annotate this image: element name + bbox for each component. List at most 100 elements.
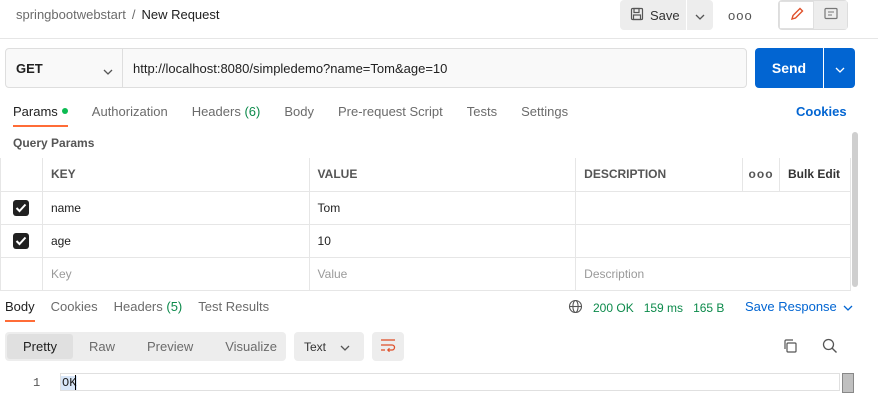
tab-body[interactable]: Body: [284, 104, 314, 126]
tab-response-cookies[interactable]: Cookies: [51, 299, 98, 321]
new-description-placeholder[interactable]: Description: [575, 256, 851, 291]
tab-params[interactable]: Params: [13, 104, 68, 127]
header-value: VALUE: [308, 158, 577, 192]
row-checkbox[interactable]: [13, 232, 30, 249]
save-button[interactable]: Save: [620, 0, 686, 30]
param-value[interactable]: Tom: [308, 190, 577, 225]
response-body-editor[interactable]: 1 OK: [0, 372, 878, 405]
tab-label: Pre-request Script: [337, 104, 443, 119]
method-select[interactable]: GET: [6, 49, 123, 87]
view-visualize[interactable]: Visualize: [209, 334, 293, 359]
query-params-title: Query Params: [13, 136, 95, 150]
breadcrumb-parent[interactable]: springbootwebstart: [16, 7, 126, 22]
param-key[interactable]: name: [41, 190, 310, 225]
method-label: GET: [16, 60, 43, 76]
line-number: 1: [33, 376, 41, 390]
format-select[interactable]: Text: [294, 332, 364, 361]
table-row: age 10: [0, 223, 851, 258]
param-key[interactable]: age: [41, 223, 310, 258]
new-key-placeholder[interactable]: Key: [41, 256, 310, 291]
params-active-dot: [61, 108, 68, 114]
column-options-button[interactable]: ooo: [742, 158, 781, 192]
save-label: Save: [650, 7, 680, 23]
pencil-icon: [789, 6, 805, 25]
tab-count: (6): [244, 104, 261, 119]
table-row: name Tom: [0, 190, 851, 225]
top-divider: [0, 38, 878, 39]
tab-label: Params: [13, 104, 58, 119]
cookies-link[interactable]: Cookies: [796, 104, 847, 119]
tab-label: Authorization: [91, 104, 168, 119]
wrap-icon: [380, 338, 396, 355]
tab-label: Body: [5, 299, 35, 314]
format-label: Text: [304, 339, 327, 354]
tab-label: Tests: [466, 104, 498, 119]
response-view-tabs: Pretty Raw Preview Visualize: [5, 332, 286, 361]
breadcrumb-current[interactable]: New Request: [141, 7, 219, 22]
tab-headers[interactable]: Headers (6): [192, 104, 261, 126]
table-row-new: Key Value Description: [0, 256, 851, 291]
tab-test-results[interactable]: Test Results: [198, 299, 269, 321]
save-response-label: Save Response: [745, 299, 837, 314]
side-panel-toggle: [778, 0, 848, 30]
response-time[interactable]: 159 ms: [644, 301, 683, 315]
header-description: DESCRIPTION: [575, 158, 744, 192]
param-value[interactable]: 10: [308, 223, 577, 258]
save-dropdown-button[interactable]: [687, 0, 713, 30]
param-description[interactable]: [575, 223, 851, 258]
params-table: KEY VALUE DESCRIPTION ooo Bulk Edit name…: [0, 158, 851, 291]
check-icon: [16, 203, 27, 212]
header-checkbox-cell: [0, 158, 43, 192]
wrap-lines-button[interactable]: [372, 332, 404, 361]
status-code[interactable]: 200 OK: [593, 301, 634, 315]
chevron-down-icon: [340, 340, 350, 354]
view-raw[interactable]: Raw: [73, 334, 131, 359]
url-input[interactable]: [123, 49, 746, 87]
request-url-bar: GET: [5, 48, 747, 88]
edit-toggle[interactable]: [779, 1, 814, 29]
check-icon: [16, 236, 27, 245]
tab-label: Test Results: [198, 299, 270, 314]
response-meta: 200 OK 159 ms 165 B: [568, 299, 724, 317]
globe-icon[interactable]: [568, 299, 583, 317]
new-value-placeholder[interactable]: Value: [308, 256, 577, 291]
save-icon: [630, 7, 644, 24]
tab-label: Body: [284, 104, 314, 119]
row-checkbox-cell: [0, 190, 43, 225]
tab-label: Headers: [113, 299, 163, 314]
tab-response-headers[interactable]: Headers (5): [114, 299, 183, 321]
response-size[interactable]: 165 B: [693, 301, 724, 315]
comments-toggle[interactable]: [814, 1, 847, 29]
send-dropdown-button[interactable]: [824, 48, 855, 88]
tab-label: Settings: [521, 104, 569, 119]
tab-label: Headers: [191, 104, 241, 119]
top-bar: springbootwebstart / New Request Save ooo: [0, 0, 878, 32]
tab-count: (5): [166, 299, 183, 314]
text-cursor: [75, 375, 76, 390]
view-pretty[interactable]: Pretty: [7, 334, 73, 359]
search-icon[interactable]: [822, 338, 838, 357]
request-tabs: Params Authorization Headers (6) Body Pr…: [13, 104, 568, 127]
header-key: KEY: [41, 158, 310, 192]
chevron-down-icon: [835, 61, 845, 76]
row-checkbox[interactable]: [13, 199, 30, 216]
tab-response-body[interactable]: Body: [5, 299, 35, 322]
row-checkbox-cell: [0, 256, 43, 291]
breadcrumb: springbootwebstart / New Request: [16, 7, 220, 22]
tab-pre-request-script[interactable]: Pre-request Script: [338, 104, 443, 126]
param-description[interactable]: [575, 190, 851, 225]
view-preview[interactable]: Preview: [131, 334, 209, 359]
send-button[interactable]: Send: [755, 48, 823, 88]
params-scrollbar[interactable]: [852, 132, 858, 287]
tab-tests[interactable]: Tests: [467, 104, 497, 126]
bulk-edit-button[interactable]: Bulk Edit: [779, 158, 851, 192]
chevron-down-icon: [843, 299, 853, 314]
tab-label: Cookies: [50, 299, 98, 314]
copy-icon[interactable]: [782, 338, 798, 357]
save-response-button[interactable]: Save Response: [745, 299, 853, 314]
tab-authorization[interactable]: Authorization: [92, 104, 168, 126]
more-options-button[interactable]: ooo: [728, 8, 753, 23]
editor-scrollbar[interactable]: [842, 373, 854, 393]
row-checkbox-cell: [0, 223, 43, 258]
tab-settings[interactable]: Settings: [521, 104, 568, 126]
